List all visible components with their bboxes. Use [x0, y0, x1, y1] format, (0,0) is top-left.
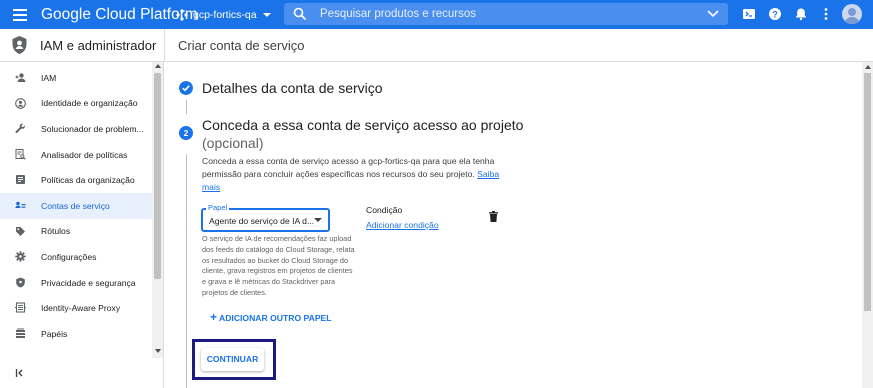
sidebar-item-org-policies[interactable]: Políticas da organização — [0, 167, 152, 193]
divider — [164, 29, 165, 62]
sidebar-item-label: Políticas da organização — [41, 175, 135, 186]
avatar[interactable] — [842, 4, 862, 24]
scrollbar-thumb[interactable] — [154, 73, 161, 279]
person-add-icon — [15, 73, 26, 82]
sidebar-item-label: Identidade e organização — [41, 98, 138, 109]
plus-icon: + — [210, 310, 218, 324]
dropdown-arrow-icon — [314, 218, 322, 222]
account-circle-icon — [15, 97, 26, 109]
role-select-value: Agente do serviço de IA d... — [209, 216, 315, 226]
policy-search-icon — [15, 148, 26, 160]
hamburger-menu-icon[interactable] — [13, 7, 27, 21]
security-shield-icon — [16, 277, 25, 288]
gear-icon — [15, 251, 26, 262]
sidebar-item-label: Rótulos — [41, 226, 71, 237]
sidebar-scrollbar[interactable] — [152, 62, 163, 358]
stepper-connector — [186, 154, 187, 388]
search-bar[interactable]: Pesquisar produtos e recursos — [284, 3, 728, 25]
sidebar-item-roles[interactable]: Papéis — [0, 321, 152, 347]
collapse-left-icon — [15, 369, 23, 377]
sidebar-item-privacy-security[interactable]: Privacidade e segurança — [0, 270, 152, 296]
step2-number-badge: 2 — [179, 126, 193, 140]
sidebar-item-policy-analyzer[interactable]: Analisador de políticas — [0, 142, 152, 168]
sidebar-item-label: Analisador de políticas — [41, 149, 128, 160]
step2-title: Conceda a essa conta de serviço acesso a… — [202, 117, 524, 133]
proxy-icon — [15, 302, 26, 313]
collapse-sidebar-icon[interactable] — [15, 368, 25, 381]
sidebar-item-identity-aware-proxy[interactable]: Identity-Aware Proxy — [0, 295, 152, 321]
project-dots-icon — [176, 8, 188, 21]
search-icon — [293, 7, 307, 21]
sidebar-item-label: Solucionador de problem... — [41, 123, 144, 134]
project-name: gcp-fortics-qa — [193, 8, 257, 21]
sidebar: IAM Identidade e organização Solucionado… — [0, 62, 164, 388]
more-vert-icon[interactable] — [819, 7, 833, 21]
iam-shield-icon — [12, 36, 27, 54]
notifications-bell-icon[interactable] — [794, 7, 808, 21]
sidebar-item-label: Papéis — [41, 328, 68, 339]
roles-icon — [16, 328, 25, 338]
sidebar-item-label: Contas de serviço — [41, 200, 110, 211]
chevron-down-icon — [262, 12, 271, 17]
sidebar-item-identity[interactable]: Identidade e organização — [0, 91, 152, 117]
sidebar-item-service-accounts[interactable]: Contas de serviço — [0, 192, 152, 219]
service-account-icon — [15, 201, 26, 208]
sidebar-item-troubleshooter[interactable]: Solucionador de problem... — [0, 116, 152, 142]
scroll-up-arrow-icon[interactable] — [865, 65, 871, 69]
document-list-icon — [16, 175, 25, 185]
wrench-icon — [15, 123, 25, 134]
role-description: O serviço de IA de recomendações faz upl… — [202, 234, 355, 297]
user-silhouette-icon — [844, 8, 860, 24]
page-title: Criar conta de serviço — [178, 38, 305, 53]
step-complete-check-icon — [179, 81, 193, 95]
step2-description: Conceda a essa conta de serviço acesso a… — [202, 155, 502, 194]
scroll-down-arrow-icon[interactable] — [155, 349, 161, 353]
sidebar-item-label: IAM — [41, 72, 57, 83]
section-header: IAM e administrador Criar conta de servi… — [0, 29, 873, 62]
step2-subtitle: (opcional) — [202, 135, 264, 151]
delete-trash-icon[interactable] — [489, 211, 498, 222]
sidebar-item-label: Identity-Aware Proxy — [41, 303, 121, 314]
sidebar-item-label: Privacidade e segurança — [41, 277, 136, 288]
help-icon[interactable]: ? — [768, 7, 782, 21]
condition-title: Condição — [366, 205, 403, 215]
project-selector[interactable]: gcp-fortics-qa — [176, 5, 271, 24]
search-placeholder: Pesquisar produtos e recursos — [320, 8, 476, 20]
chevron-down-icon[interactable] — [707, 10, 719, 18]
cloud-shell-icon[interactable] — [742, 7, 756, 21]
sidebar-item-iam[interactable]: IAM — [0, 65, 152, 91]
sidebar-nav: IAM Identidade e organização Solucionado… — [0, 65, 152, 347]
sidebar-item-labels[interactable]: Rótulos — [0, 219, 152, 245]
top-app-bar: Google Cloud Platform gcp-fortics-qa Pes… — [0, 0, 873, 29]
label-tag-icon — [16, 226, 25, 236]
section-title: IAM e administrador — [40, 38, 157, 53]
stepper-connector — [186, 100, 187, 114]
scroll-up-arrow-icon[interactable] — [155, 64, 161, 68]
description-text: Conceda a essa conta de serviço acesso a… — [202, 156, 495, 179]
step1-title[interactable]: Detalhes da conta de serviço — [202, 80, 383, 96]
svg-text:?: ? — [772, 9, 778, 19]
main-scrollbar[interactable] — [862, 62, 873, 388]
role-select-label: Papel — [206, 203, 230, 212]
add-condition-link[interactable]: Adicionar condição — [366, 220, 439, 230]
add-role-label: ADICIONAR OUTRO PAPEL — [219, 313, 332, 323]
add-another-role-button[interactable]: + ADICIONAR OUTRO PAPEL — [210, 310, 332, 324]
sidebar-item-label: Configurações — [41, 251, 97, 262]
continue-button[interactable]: CONTINUAR — [201, 348, 264, 371]
scrollbar-thumb[interactable] — [864, 73, 871, 311]
app-title[interactable]: Google Cloud Platform — [41, 6, 198, 24]
sidebar-item-settings[interactable]: Configurações — [0, 244, 152, 270]
